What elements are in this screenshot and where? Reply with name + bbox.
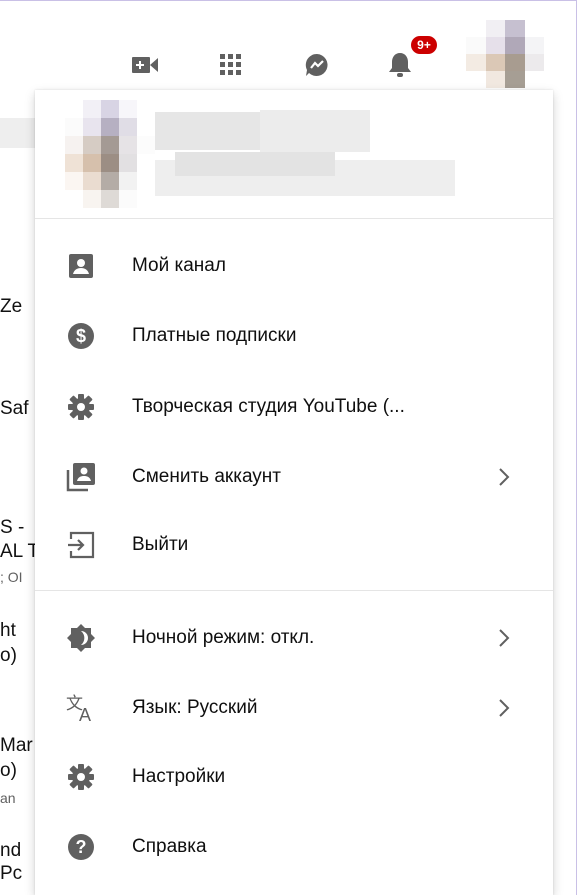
menu-item-my-channel[interactable]: Мой канал (35, 231, 553, 301)
menu-item-label: Язык: Русский (132, 697, 258, 718)
menu-item-paid-subscriptions[interactable]: $ Платные подписки (35, 301, 553, 371)
background-text: an (0, 790, 16, 806)
menu-item-language[interactable]: 文 A Язык: Русский (35, 673, 553, 743)
menu-divider (35, 218, 553, 219)
menu-item-switch-account[interactable]: Сменить аккаунт (35, 442, 553, 512)
top-bar: 9+ (0, 0, 577, 90)
menu-item-label: Платные подписки (132, 325, 297, 346)
menu-item-dark-mode[interactable]: Ночной режим: откл. (35, 603, 553, 673)
menu-item-label: Ночной режим: откл. (132, 627, 315, 648)
background-text: ; OI (0, 569, 23, 585)
background-text: Saf (0, 398, 29, 419)
menu-item-label: Настройки (132, 766, 226, 787)
menu-item-help[interactable]: ? Справка (35, 812, 553, 882)
account-box-icon (63, 248, 99, 284)
notification-badge: 9+ (409, 34, 439, 56)
account-name-redacted (260, 110, 370, 152)
background-text: Mar (0, 735, 33, 756)
gear-icon (63, 389, 99, 425)
menu-item-label: Справка (132, 836, 207, 857)
background-text: Pc (0, 863, 23, 884)
messages-icon[interactable] (297, 45, 337, 85)
svg-text:?: ? (76, 837, 87, 857)
dark-mode-icon (63, 620, 99, 656)
translate-icon: 文 A (63, 690, 99, 726)
menu-item-sign-out[interactable]: Выйти (35, 510, 553, 580)
video-camera-icon[interactable] (125, 45, 165, 85)
gear-icon (63, 759, 99, 795)
account-header (35, 90, 553, 218)
menu-item-settings[interactable]: Настройки (35, 742, 553, 812)
background-band (0, 118, 40, 148)
help-icon: ? (63, 829, 99, 865)
account-avatar (65, 100, 155, 208)
menu-item-label: Мой канал (132, 255, 226, 276)
apps-grid-icon[interactable] (211, 45, 251, 85)
account-menu: Мой канал $ Платные подписки Творческая … (35, 90, 553, 895)
background-text: o) (0, 645, 17, 666)
menu-item-label: Творческая студия YouTube (... (132, 396, 405, 417)
avatar[interactable] (466, 20, 544, 88)
paid-dollar-icon: $ (63, 318, 99, 354)
menu-item-label: Сменить аккаунт (132, 466, 281, 487)
menu-item-creator-studio[interactable]: Творческая студия YouTube (... (35, 372, 553, 442)
menu-divider (35, 590, 553, 591)
background-text: nd (0, 840, 22, 861)
svg-text:A: A (79, 705, 91, 723)
switch-account-icon (63, 459, 99, 495)
background-text: AL T (0, 541, 40, 562)
background-text: S - (0, 517, 25, 538)
exit-icon (63, 527, 99, 563)
chevron-right-icon (499, 468, 510, 486)
background-text: o) (0, 760, 17, 781)
chevron-right-icon (499, 699, 510, 717)
background-text: Ze (0, 296, 23, 317)
menu-item-label: Выйти (132, 534, 189, 555)
chevron-right-icon (499, 629, 510, 647)
account-email-redacted (175, 152, 335, 176)
background-text: ht (0, 620, 16, 641)
svg-text:$: $ (76, 326, 86, 346)
